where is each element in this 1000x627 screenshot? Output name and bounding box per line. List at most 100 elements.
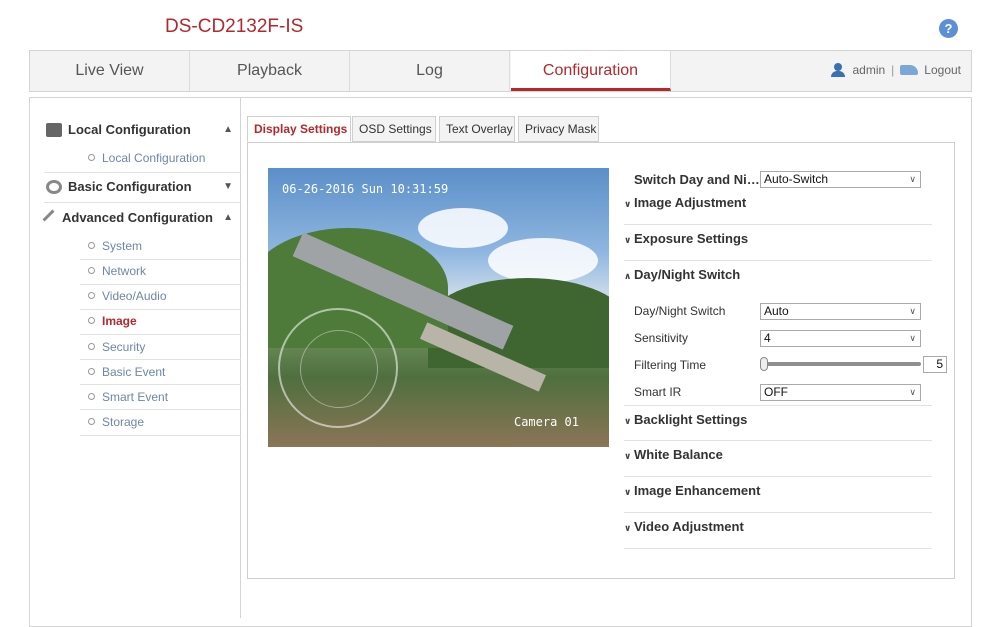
- tab-osd-settings[interactable]: OSD Settings: [352, 116, 436, 142]
- sidebar-item-security[interactable]: Security: [88, 335, 238, 359]
- tab-text-overlay[interactable]: Text Overlay: [439, 116, 515, 142]
- section-label: Video Adjustment: [634, 519, 744, 534]
- filtering-time-input[interactable]: 5: [923, 356, 947, 373]
- chevron-down-icon: ∨: [909, 333, 916, 343]
- chevron-down-icon: ∨: [909, 174, 916, 184]
- divider: [80, 435, 241, 436]
- sidebar-item-basic-event[interactable]: Basic Event: [88, 360, 238, 384]
- local-config-icon: [46, 122, 62, 137]
- wrench-icon: [42, 209, 60, 227]
- bullet-icon: [88, 267, 95, 275]
- username: admin: [852, 63, 886, 77]
- day-night-switch-label: Day/Night Switch: [634, 304, 726, 318]
- sidebar-item-label: Storage: [102, 415, 145, 429]
- section-label: Exposure Settings: [634, 231, 749, 246]
- section-label: Image Adjustment: [634, 195, 747, 210]
- section-exposure-settings[interactable]: ∨ Exposure Settings: [624, 225, 932, 261]
- sidebar-item-label: Video/Audio: [102, 289, 167, 303]
- separator: |: [891, 63, 895, 77]
- sidebar-group-label: Advanced Configuration: [62, 210, 213, 225]
- section-backlight-settings[interactable]: ∨ Backlight Settings: [624, 405, 932, 441]
- sidebar-item-label: Image: [102, 314, 137, 328]
- filtering-time-slider[interactable]: [760, 357, 921, 371]
- filtering-time-label: Filtering Time: [634, 358, 707, 372]
- sidebar-group-basic-configuration[interactable]: Basic Configuration ▼: [46, 175, 241, 199]
- main-frame: Local Configuration ▲ Local Configuratio…: [29, 97, 972, 627]
- sidebar-item-label: Security: [102, 340, 146, 354]
- section-label: Day/Night Switch: [634, 267, 741, 282]
- chevron-down-icon: ∨: [624, 487, 632, 497]
- sidebar-item-local-configuration[interactable]: Local Configuration: [88, 146, 238, 170]
- day-night-switch-select[interactable]: Auto ∨: [760, 303, 921, 320]
- switch-day-night-select[interactable]: Auto-Switch ∨: [760, 171, 921, 188]
- chevron-up-icon: ▲: [223, 124, 233, 135]
- select-value: Auto-Switch: [764, 172, 829, 186]
- sidebar-item-label: Network: [102, 264, 147, 278]
- slider-track: [760, 362, 921, 366]
- cloud-shape: [488, 238, 598, 283]
- tab-display-settings[interactable]: Display Settings: [247, 116, 351, 142]
- bullet-icon: [88, 292, 95, 300]
- select-value: Auto: [764, 304, 789, 318]
- bullet-icon: [88, 368, 95, 376]
- sidebar-item-storage[interactable]: Storage: [88, 410, 238, 434]
- sidebar-group-label: Basic Configuration: [68, 179, 192, 194]
- section-white-balance[interactable]: ∨ White Balance: [624, 441, 932, 477]
- chevron-down-icon: ∨: [909, 306, 916, 316]
- select-value: 4: [764, 331, 771, 345]
- sidebar-item-image[interactable]: Image: [88, 309, 238, 333]
- logout-link[interactable]: Logout: [924, 63, 961, 77]
- bullet-icon: [88, 393, 95, 401]
- live-video-preview: 06-26-2016 Sun 10:31:59 Camera 01: [268, 168, 609, 447]
- cloud-shape: [418, 208, 508, 248]
- smart-ir-select[interactable]: OFF ∨: [760, 384, 921, 401]
- user-area: admin | Logout: [830, 63, 961, 77]
- chevron-down-icon: ∨: [624, 416, 632, 426]
- section-video-adjustment[interactable]: ∨ Video Adjustment: [624, 513, 932, 549]
- tab-privacy-mask[interactable]: Privacy Mask: [518, 116, 599, 142]
- sidebar-group-advanced-configuration[interactable]: Advanced Configuration ▲: [42, 206, 241, 230]
- section-image-enhancement[interactable]: ∨ Image Enhancement: [624, 477, 932, 513]
- chevron-down-icon: ∨: [624, 235, 632, 245]
- divider: [44, 202, 241, 203]
- chevron-down-icon: ∨: [909, 387, 916, 397]
- tab-configuration[interactable]: Configuration: [511, 51, 671, 91]
- logout-icon[interactable]: [900, 65, 919, 75]
- sensitivity-label: Sensitivity: [634, 331, 689, 345]
- switch-day-night-label: Switch Day and Ni…: [634, 172, 760, 187]
- top-navigation: Live View Playback Log Configuration adm…: [29, 50, 972, 92]
- watermark-seal: [278, 308, 398, 428]
- chevron-down-icon: ∨: [624, 199, 632, 209]
- user-icon: [830, 63, 846, 77]
- section-day-night-switch[interactable]: ∧ Day/Night Switch: [624, 261, 932, 297]
- sidebar-item-label: Local Configuration: [102, 151, 206, 165]
- bullet-icon: [88, 418, 95, 426]
- sensitivity-select[interactable]: 4 ∨: [760, 330, 921, 347]
- bullet-icon: [88, 242, 95, 250]
- sidebar-item-label: System: [102, 239, 143, 253]
- section-image-adjustment[interactable]: ∨ Image Adjustment: [624, 189, 932, 225]
- chevron-down-icon: ▼: [223, 181, 233, 192]
- help-icon[interactable]: ?: [939, 19, 958, 38]
- sidebar-item-video-audio[interactable]: Video/Audio: [88, 284, 238, 308]
- sidebar-item-system[interactable]: System: [88, 234, 238, 258]
- display-settings-panel: 06-26-2016 Sun 10:31:59 Camera 01 Switch…: [247, 142, 955, 579]
- tab-playback[interactable]: Playback: [190, 51, 350, 91]
- sidebar-group-local-configuration[interactable]: Local Configuration ▲: [46, 118, 241, 142]
- smart-ir-label: Smart IR: [634, 385, 682, 399]
- basic-config-icon: [46, 179, 62, 194]
- bullet-icon: [88, 317, 95, 325]
- chevron-down-icon: ∨: [624, 523, 632, 533]
- device-model-title: DS-CD2132F-IS: [165, 16, 304, 37]
- section-label: Image Enhancement: [634, 483, 761, 498]
- tab-live-view[interactable]: Live View: [30, 51, 190, 91]
- sidebar-item-smart-event[interactable]: Smart Event: [88, 385, 238, 409]
- divider: [44, 172, 241, 173]
- sidebar-item-label: Smart Event: [102, 390, 169, 404]
- slider-thumb[interactable]: [760, 357, 768, 371]
- chevron-down-icon: ∨: [624, 451, 632, 461]
- sidebar-item-network[interactable]: Network: [88, 259, 238, 283]
- video-camera-label: Camera 01: [513, 415, 579, 429]
- tab-log[interactable]: Log: [350, 51, 510, 91]
- select-value: OFF: [764, 385, 788, 399]
